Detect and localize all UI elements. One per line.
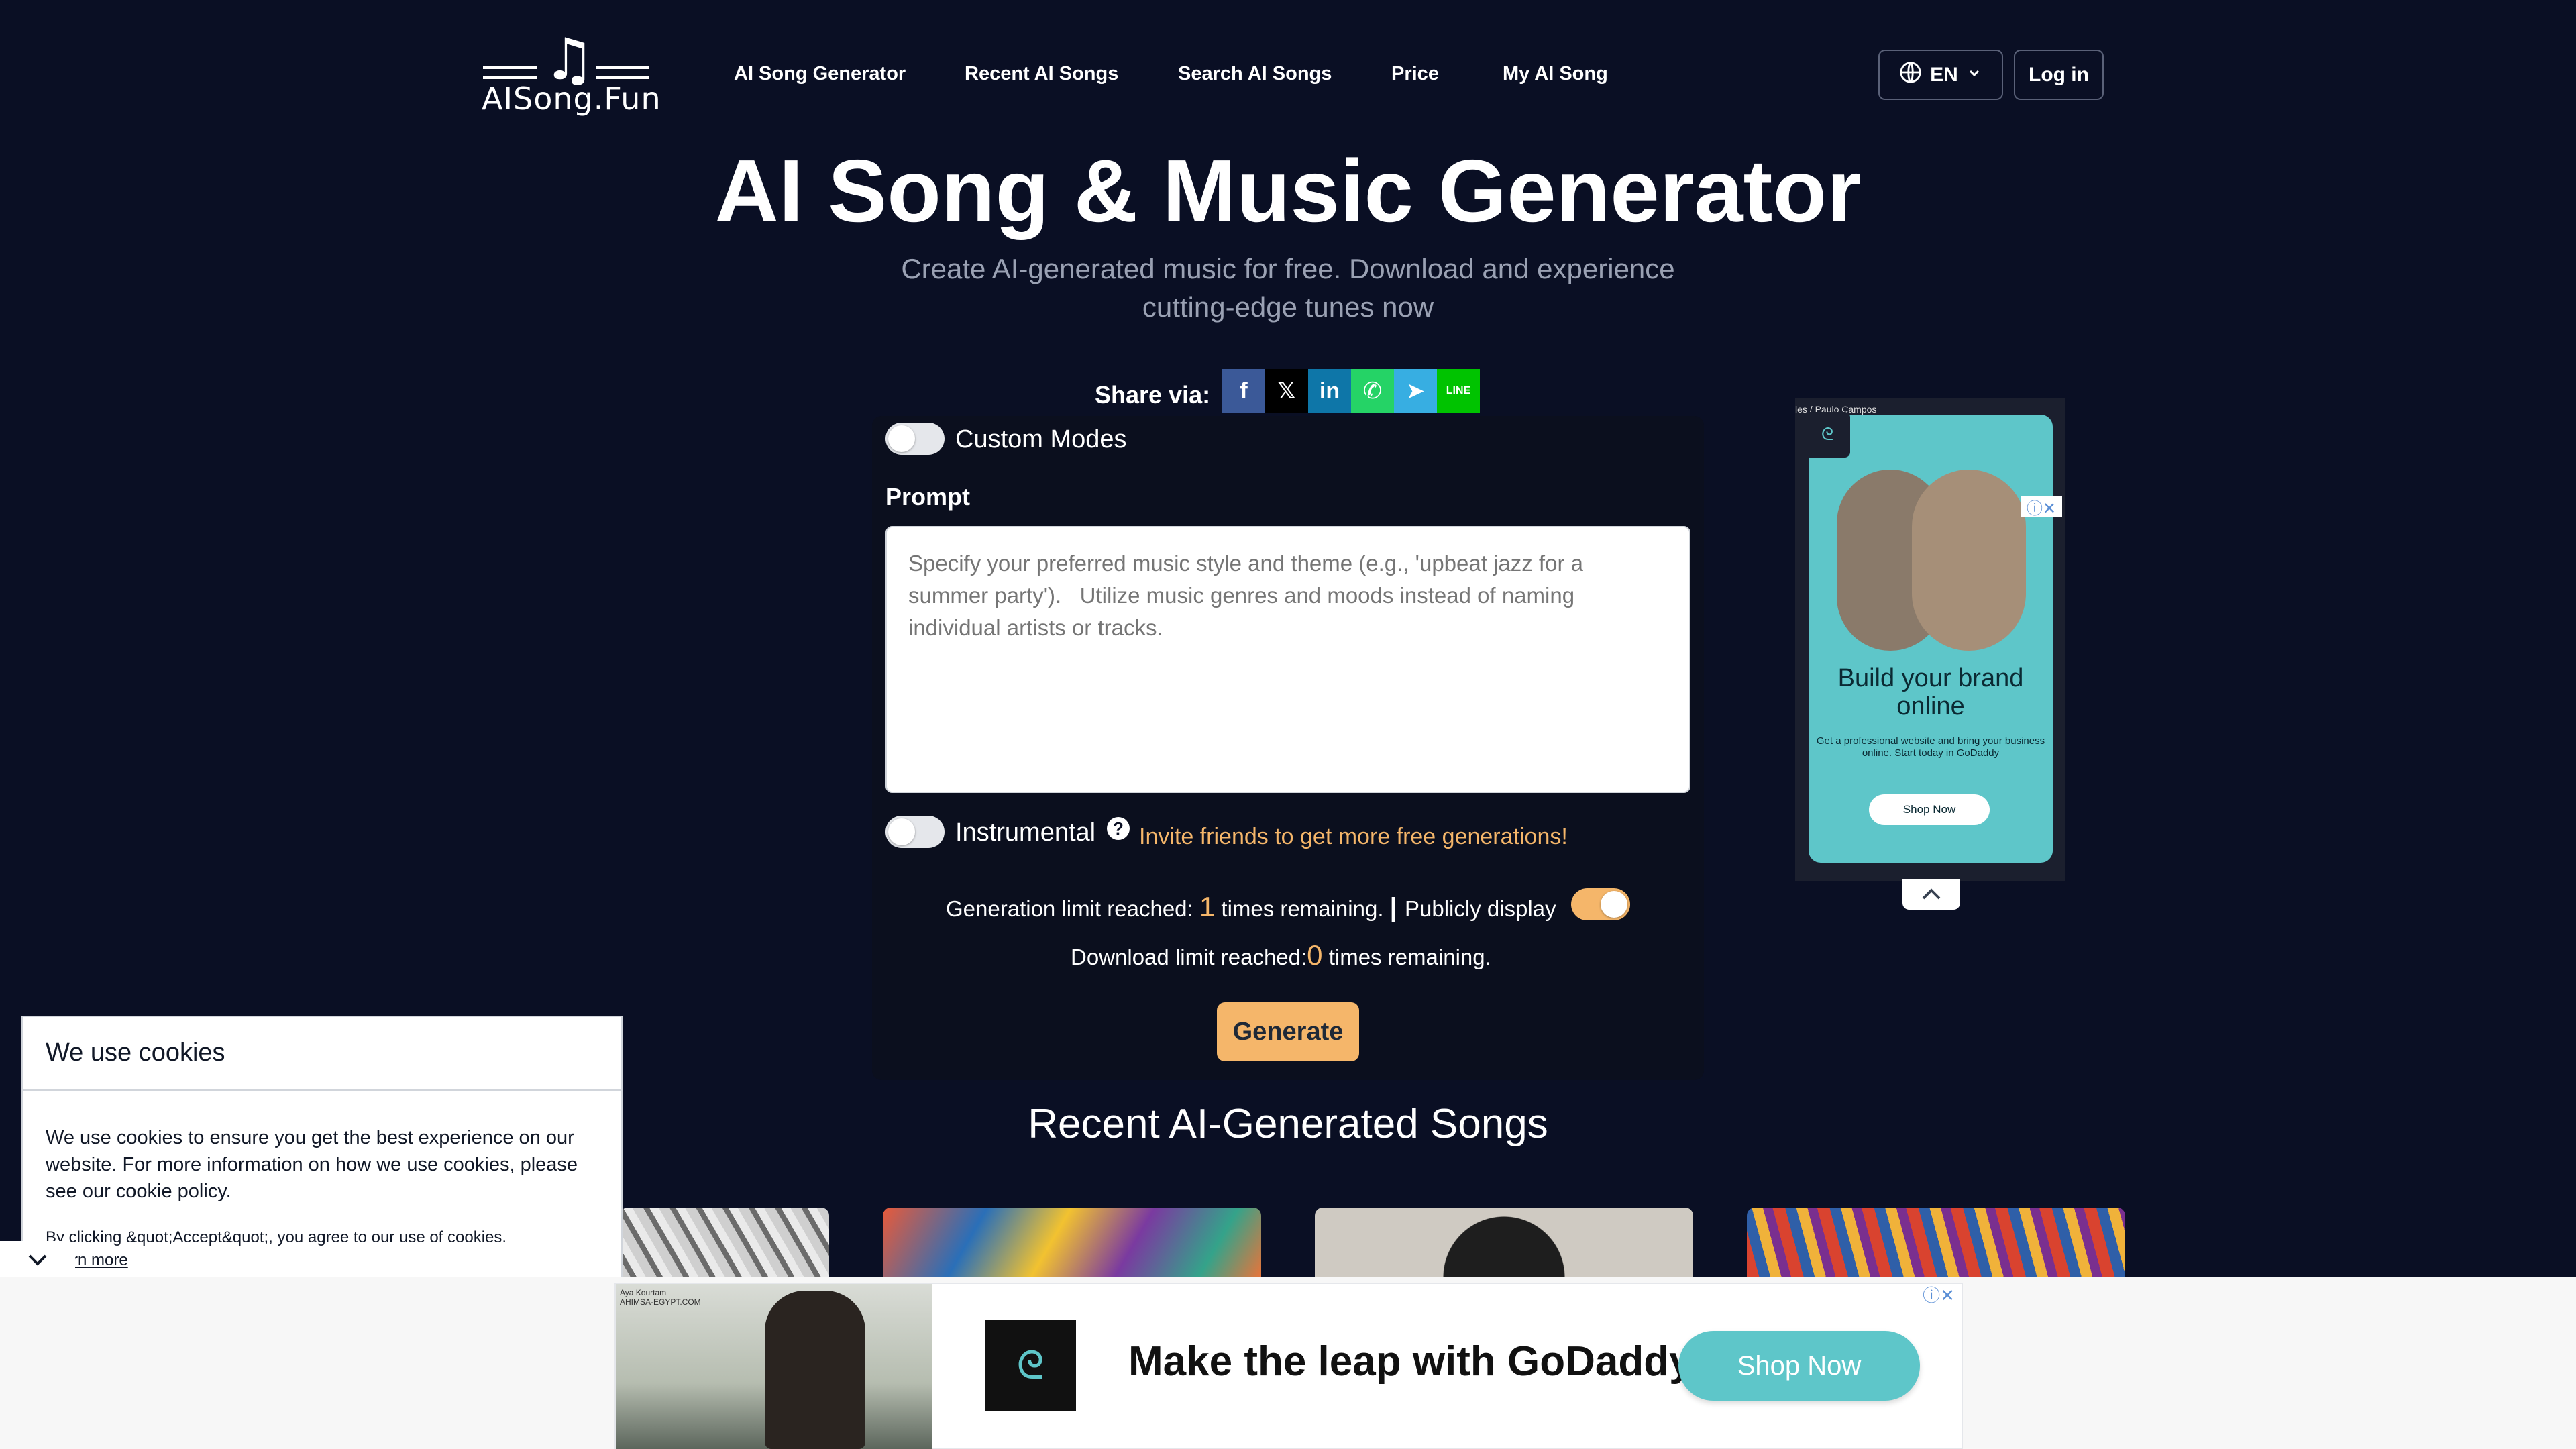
page-subtitle: Create AI-generated music for free. Down… xyxy=(901,253,1675,323)
language-label: EN xyxy=(1930,63,1958,86)
custom-modes-toggle[interactable] xyxy=(885,423,945,455)
ad-photo xyxy=(1912,470,2026,651)
telegram-icon[interactable]: ➤ xyxy=(1394,369,1437,413)
x-icon[interactable]: 𝕏 xyxy=(1265,369,1308,413)
cookie-title: We use cookies xyxy=(23,1017,621,1091)
custom-modes-label: Custom Modes xyxy=(955,425,1127,453)
ad-text: Get a professional website and bring you… xyxy=(1816,735,2045,759)
ad-photo-person xyxy=(765,1291,865,1449)
cookie-learn-more-link[interactable]: Learn more xyxy=(46,1248,598,1273)
song-thumbnail[interactable] xyxy=(620,1208,829,1277)
chevron-down-icon xyxy=(1966,64,1982,87)
prompt-input[interactable] xyxy=(885,526,1690,793)
generation-remaining-count: 1 xyxy=(1199,891,1216,922)
login-button[interactable]: Log in xyxy=(2014,50,2104,100)
ad-close-icon[interactable]: ⓘ✕ xyxy=(2021,496,2062,518)
ad-headline: Make the leap with GoDaddy xyxy=(1128,1338,1693,1385)
ad-shop-now-button[interactable]: Shop Now xyxy=(1869,794,1990,825)
help-icon[interactable]: ? xyxy=(1107,817,1130,840)
globe-icon xyxy=(1899,61,1922,89)
nav-price[interactable]: Price xyxy=(1391,63,1439,85)
nav-ai-song-generator[interactable]: AI Song Generator xyxy=(734,63,906,85)
instrumental-label: Instrumental xyxy=(955,818,1096,847)
nav-search-ai-songs[interactable]: Search AI Songs xyxy=(1178,63,1332,85)
line-icon[interactable]: LINE xyxy=(1437,369,1480,413)
share-label: Share via: xyxy=(1095,381,1211,409)
cookie-consent-text: By clicking &quot;Accept&quot;, you agre… xyxy=(46,1228,507,1246)
invite-friends-link[interactable]: Invite friends to get more free generati… xyxy=(1139,824,1568,850)
godaddy-logo-icon: ᘓ xyxy=(1805,412,1850,458)
publicly-display-label: Publicly display xyxy=(1404,896,1556,921)
chevron-down-icon[interactable] xyxy=(0,1241,75,1279)
song-thumbnail[interactable] xyxy=(1747,1208,2125,1277)
chevron-up-icon[interactable] xyxy=(1902,879,1960,910)
nav-recent-ai-songs[interactable]: Recent AI Songs xyxy=(965,63,1118,85)
linkedin-icon[interactable]: in xyxy=(1308,369,1351,413)
whatsapp-icon[interactable]: ✆ xyxy=(1351,369,1394,413)
page-title: AI Song & Music Generator xyxy=(714,142,1862,240)
ad-shop-now-button[interactable]: Shop Now xyxy=(1678,1331,1920,1401)
logo-text: AISong.Fun xyxy=(482,80,661,117)
song-thumbnail[interactable] xyxy=(883,1208,1261,1277)
nav-my-ai-song[interactable]: My AI Song xyxy=(1503,63,1608,85)
instrumental-toggle[interactable] xyxy=(885,816,945,848)
ad-title: Build your brand online xyxy=(1837,664,2024,720)
ad-photo-credit: Aya Kourtam AHIMSA-EGYPT.COM xyxy=(620,1288,701,1307)
download-limit-text: Download limit reached:0 times remaining… xyxy=(1071,939,1491,971)
share-icons: f 𝕏in ✆ ➤ LINE xyxy=(1222,369,1480,413)
download-remaining-count: 0 xyxy=(1307,939,1323,971)
language-selector[interactable]: EN xyxy=(1878,50,2003,100)
cookie-body-text: We use cookies to ensure you get the bes… xyxy=(46,1127,578,1202)
generate-button[interactable]: Generate xyxy=(1217,1002,1359,1061)
song-thumbnail[interactable] xyxy=(1315,1208,1693,1277)
generation-limit-text: Generation limit reached: 1 times remain… xyxy=(946,891,1556,922)
godaddy-logo-icon: ᘓ xyxy=(985,1320,1076,1411)
ad-close-icon[interactable]: ⓘ✕ xyxy=(1917,1284,1960,1305)
facebook-icon[interactable]: f xyxy=(1222,369,1265,413)
publicly-display-toggle[interactable] xyxy=(1571,888,1630,920)
prompt-label: Prompt xyxy=(885,483,970,511)
